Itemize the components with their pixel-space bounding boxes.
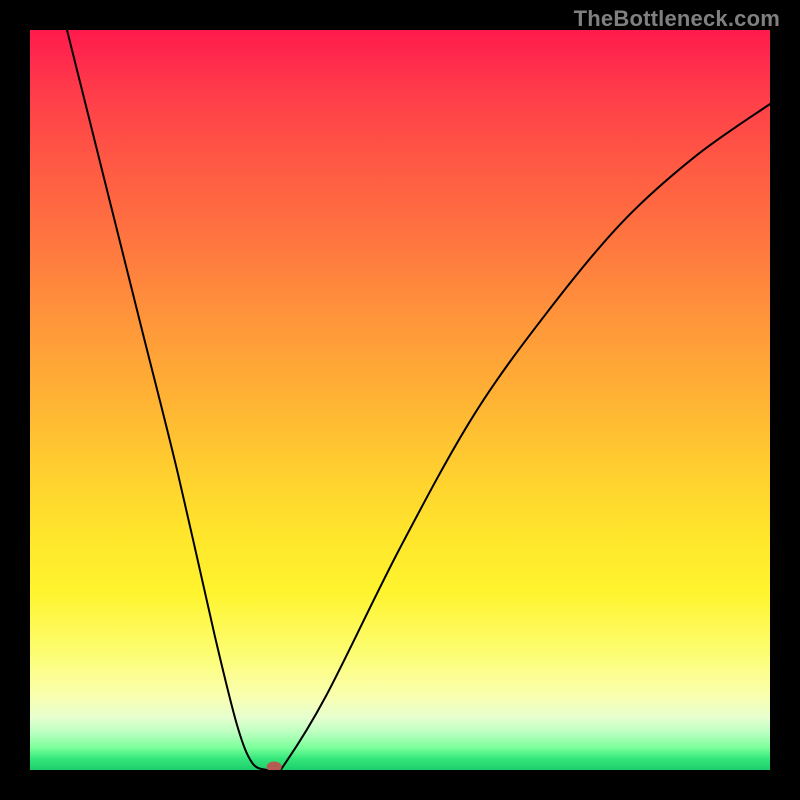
optimal-point-marker (267, 762, 281, 770)
bottleneck-curve (67, 30, 770, 770)
watermark-text: TheBottleneck.com (574, 6, 780, 32)
chart-frame: TheBottleneck.com (0, 0, 800, 800)
plot-area (30, 30, 770, 770)
chart-svg-layer (30, 30, 770, 770)
